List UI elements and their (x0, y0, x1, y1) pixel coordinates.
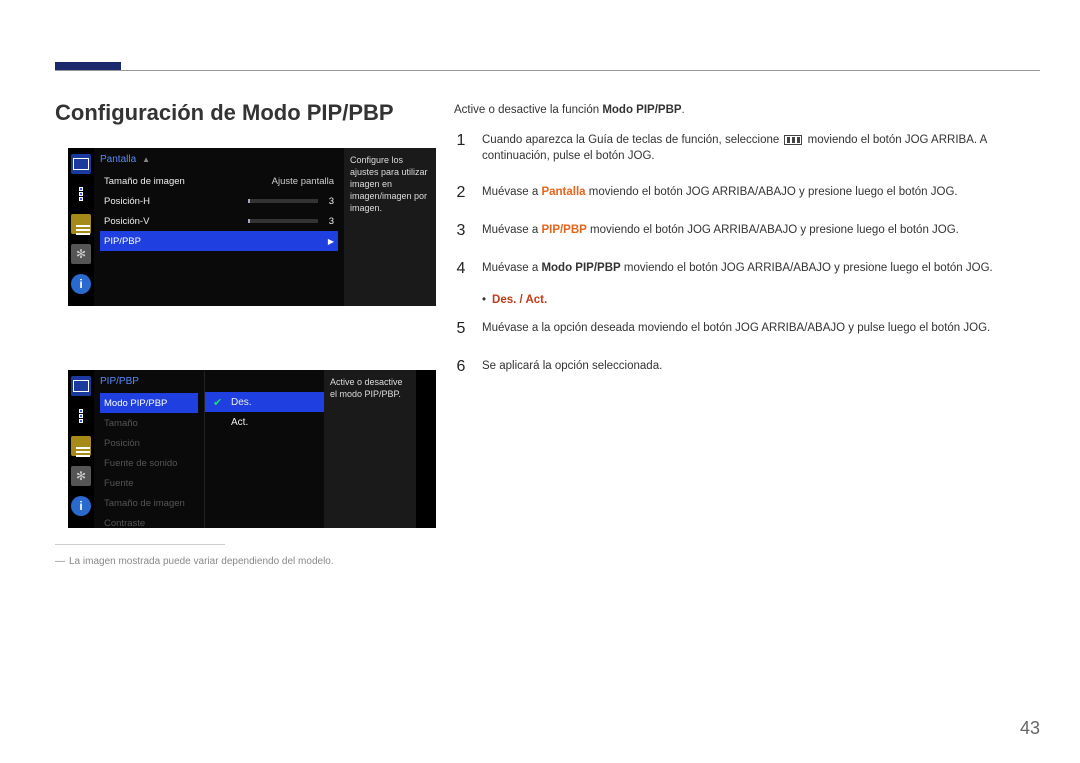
options-text: •Des. / Act. (482, 294, 547, 306)
check-icon: ✔ (213, 396, 225, 409)
chevron-right-icon: ▶ (328, 237, 334, 246)
menu-label: Posición-H (104, 196, 248, 207)
menu-item-tamano-imagen: Tamaño de imagen (100, 493, 198, 513)
menu-label: Tamaño de imagen (104, 176, 272, 187)
osd-help-text: Active o desactive el modo PIP/PBP. (330, 377, 403, 399)
up-caret-icon: ▲ (142, 155, 150, 164)
step-number: 2 (454, 184, 468, 202)
step-number: 6 (454, 358, 468, 376)
option-act[interactable]: Act. (205, 412, 324, 432)
options-category-icon (71, 214, 91, 234)
step-number: 5 (454, 320, 468, 338)
menu-inline-icon (784, 135, 802, 145)
osd-submenu: ✔ Des. Act. (204, 370, 324, 528)
page-number: 43 (1020, 718, 1040, 739)
header-accent (55, 62, 121, 70)
page-title: Configuración de Modo PIP/PBP (55, 100, 394, 126)
step-6: 6 Se aplicará la opción seleccionada. (454, 352, 1040, 390)
osd-menu: PIP/PBP Modo PIP/PBP Tamaño Posición Fue… (94, 370, 204, 528)
info-category-icon: i (71, 274, 91, 294)
step-4: 4 Muévase a Modo PIP/PBP moviendo el bot… (454, 254, 1040, 292)
step-number: 4 (454, 260, 468, 278)
picture-category-icon (71, 154, 91, 174)
menu-item-pip-pbp[interactable]: PIP/PBP ▶ (100, 231, 338, 251)
menu-item-tamano-imagen[interactable]: Tamaño de imagen Ajuste pantalla (100, 171, 338, 191)
osd-help-text: Configure los ajustes para utilizar imag… (350, 155, 428, 213)
osd-icon-column: ✻ i (68, 148, 94, 306)
osd-screen-pip-pbp: ✻ i PIP/PBP Modo PIP/PBP Tamaño Posición… (68, 370, 436, 528)
step-text: Cuando aparezca la Guía de teclas de fun… (482, 132, 1040, 164)
footnote: ―La imagen mostrada puede variar dependi… (55, 556, 334, 567)
step-text: Muévase a PIP/PBP moviendo el botón JOG … (482, 222, 959, 240)
menu-item-posicion: Posición (100, 433, 198, 453)
step-text: Muévase a Pantalla moviendo el botón JOG… (482, 184, 958, 202)
menu-item-contraste: Contraste (100, 513, 198, 533)
osd-menu-header: Pantalla ▲ (100, 152, 338, 171)
osd-help-panel: Configure los ajustes para utilizar imag… (344, 148, 436, 306)
menu-label: Modo PIP/PBP (104, 398, 194, 409)
menu-item-posicion-v[interactable]: Posición-V 3 (100, 211, 338, 231)
menu-label: PIP/PBP (104, 236, 328, 247)
step-2: 2 Muévase a Pantalla moviendo el botón J… (454, 178, 1040, 216)
osd-screen-pantalla: ✻ i Pantalla ▲ Tamaño de imagen Ajuste p… (68, 148, 436, 306)
slider-track (248, 219, 318, 223)
step-1: 1 Cuando aparezca la Guía de teclas de f… (454, 126, 1040, 178)
step-text: Se aplicará la opción seleccionada. (482, 358, 662, 376)
option-label: Act. (231, 417, 248, 428)
intro-text: Active o desactive la función Modo PIP/P… (454, 104, 1040, 116)
menu-item-posicion-h[interactable]: Posición-H 3 (100, 191, 338, 211)
menu-item-modo-pip-pbp[interactable]: Modo PIP/PBP (100, 393, 198, 413)
step-text: Muévase a Modo PIP/PBP moviendo el botón… (482, 260, 993, 278)
menu-item-fuente-sonido: Fuente de sonido (100, 453, 198, 473)
menu-item-tamano: Tamaño (100, 413, 198, 433)
picture-category-icon (71, 376, 91, 396)
osd-menu-title: Pantalla (100, 154, 136, 165)
screen-category-icon (71, 184, 91, 204)
menu-value: Ajuste pantalla (272, 176, 334, 187)
info-category-icon: i (71, 496, 91, 516)
option-des[interactable]: ✔ Des. (205, 392, 324, 412)
menu-value: 3 (324, 196, 334, 207)
slider-track (248, 199, 318, 203)
options-row: •Des. / Act. (454, 292, 1040, 314)
menu-value: 3 (324, 216, 334, 227)
osd-menu-header: PIP/PBP (100, 374, 198, 393)
header-rule (55, 70, 1040, 71)
osd-menu-title: PIP/PBP (100, 376, 139, 387)
settings-category-icon: ✻ (71, 244, 91, 264)
step-3: 3 Muévase a PIP/PBP moviendo el botón JO… (454, 216, 1040, 254)
osd-icon-column: ✻ i (68, 370, 94, 528)
step-text: Muévase a la opción deseada moviendo el … (482, 320, 990, 338)
step-number: 1 (454, 132, 468, 164)
step-5: 5 Muévase a la opción deseada moviendo e… (454, 314, 1040, 352)
footnote-rule (55, 544, 225, 545)
osd-help-panel: Active o desactive el modo PIP/PBP. (324, 370, 416, 528)
osd-menu: Pantalla ▲ Tamaño de imagen Ajuste panta… (94, 148, 344, 306)
instructions-column: Active o desactive la función Modo PIP/P… (454, 104, 1040, 390)
menu-label: Posición-V (104, 216, 248, 227)
step-number: 3 (454, 222, 468, 240)
option-label: Des. (231, 397, 252, 408)
options-category-icon (71, 436, 91, 456)
screen-category-icon (71, 406, 91, 426)
settings-category-icon: ✻ (71, 466, 91, 486)
menu-item-fuente: Fuente (100, 473, 198, 493)
